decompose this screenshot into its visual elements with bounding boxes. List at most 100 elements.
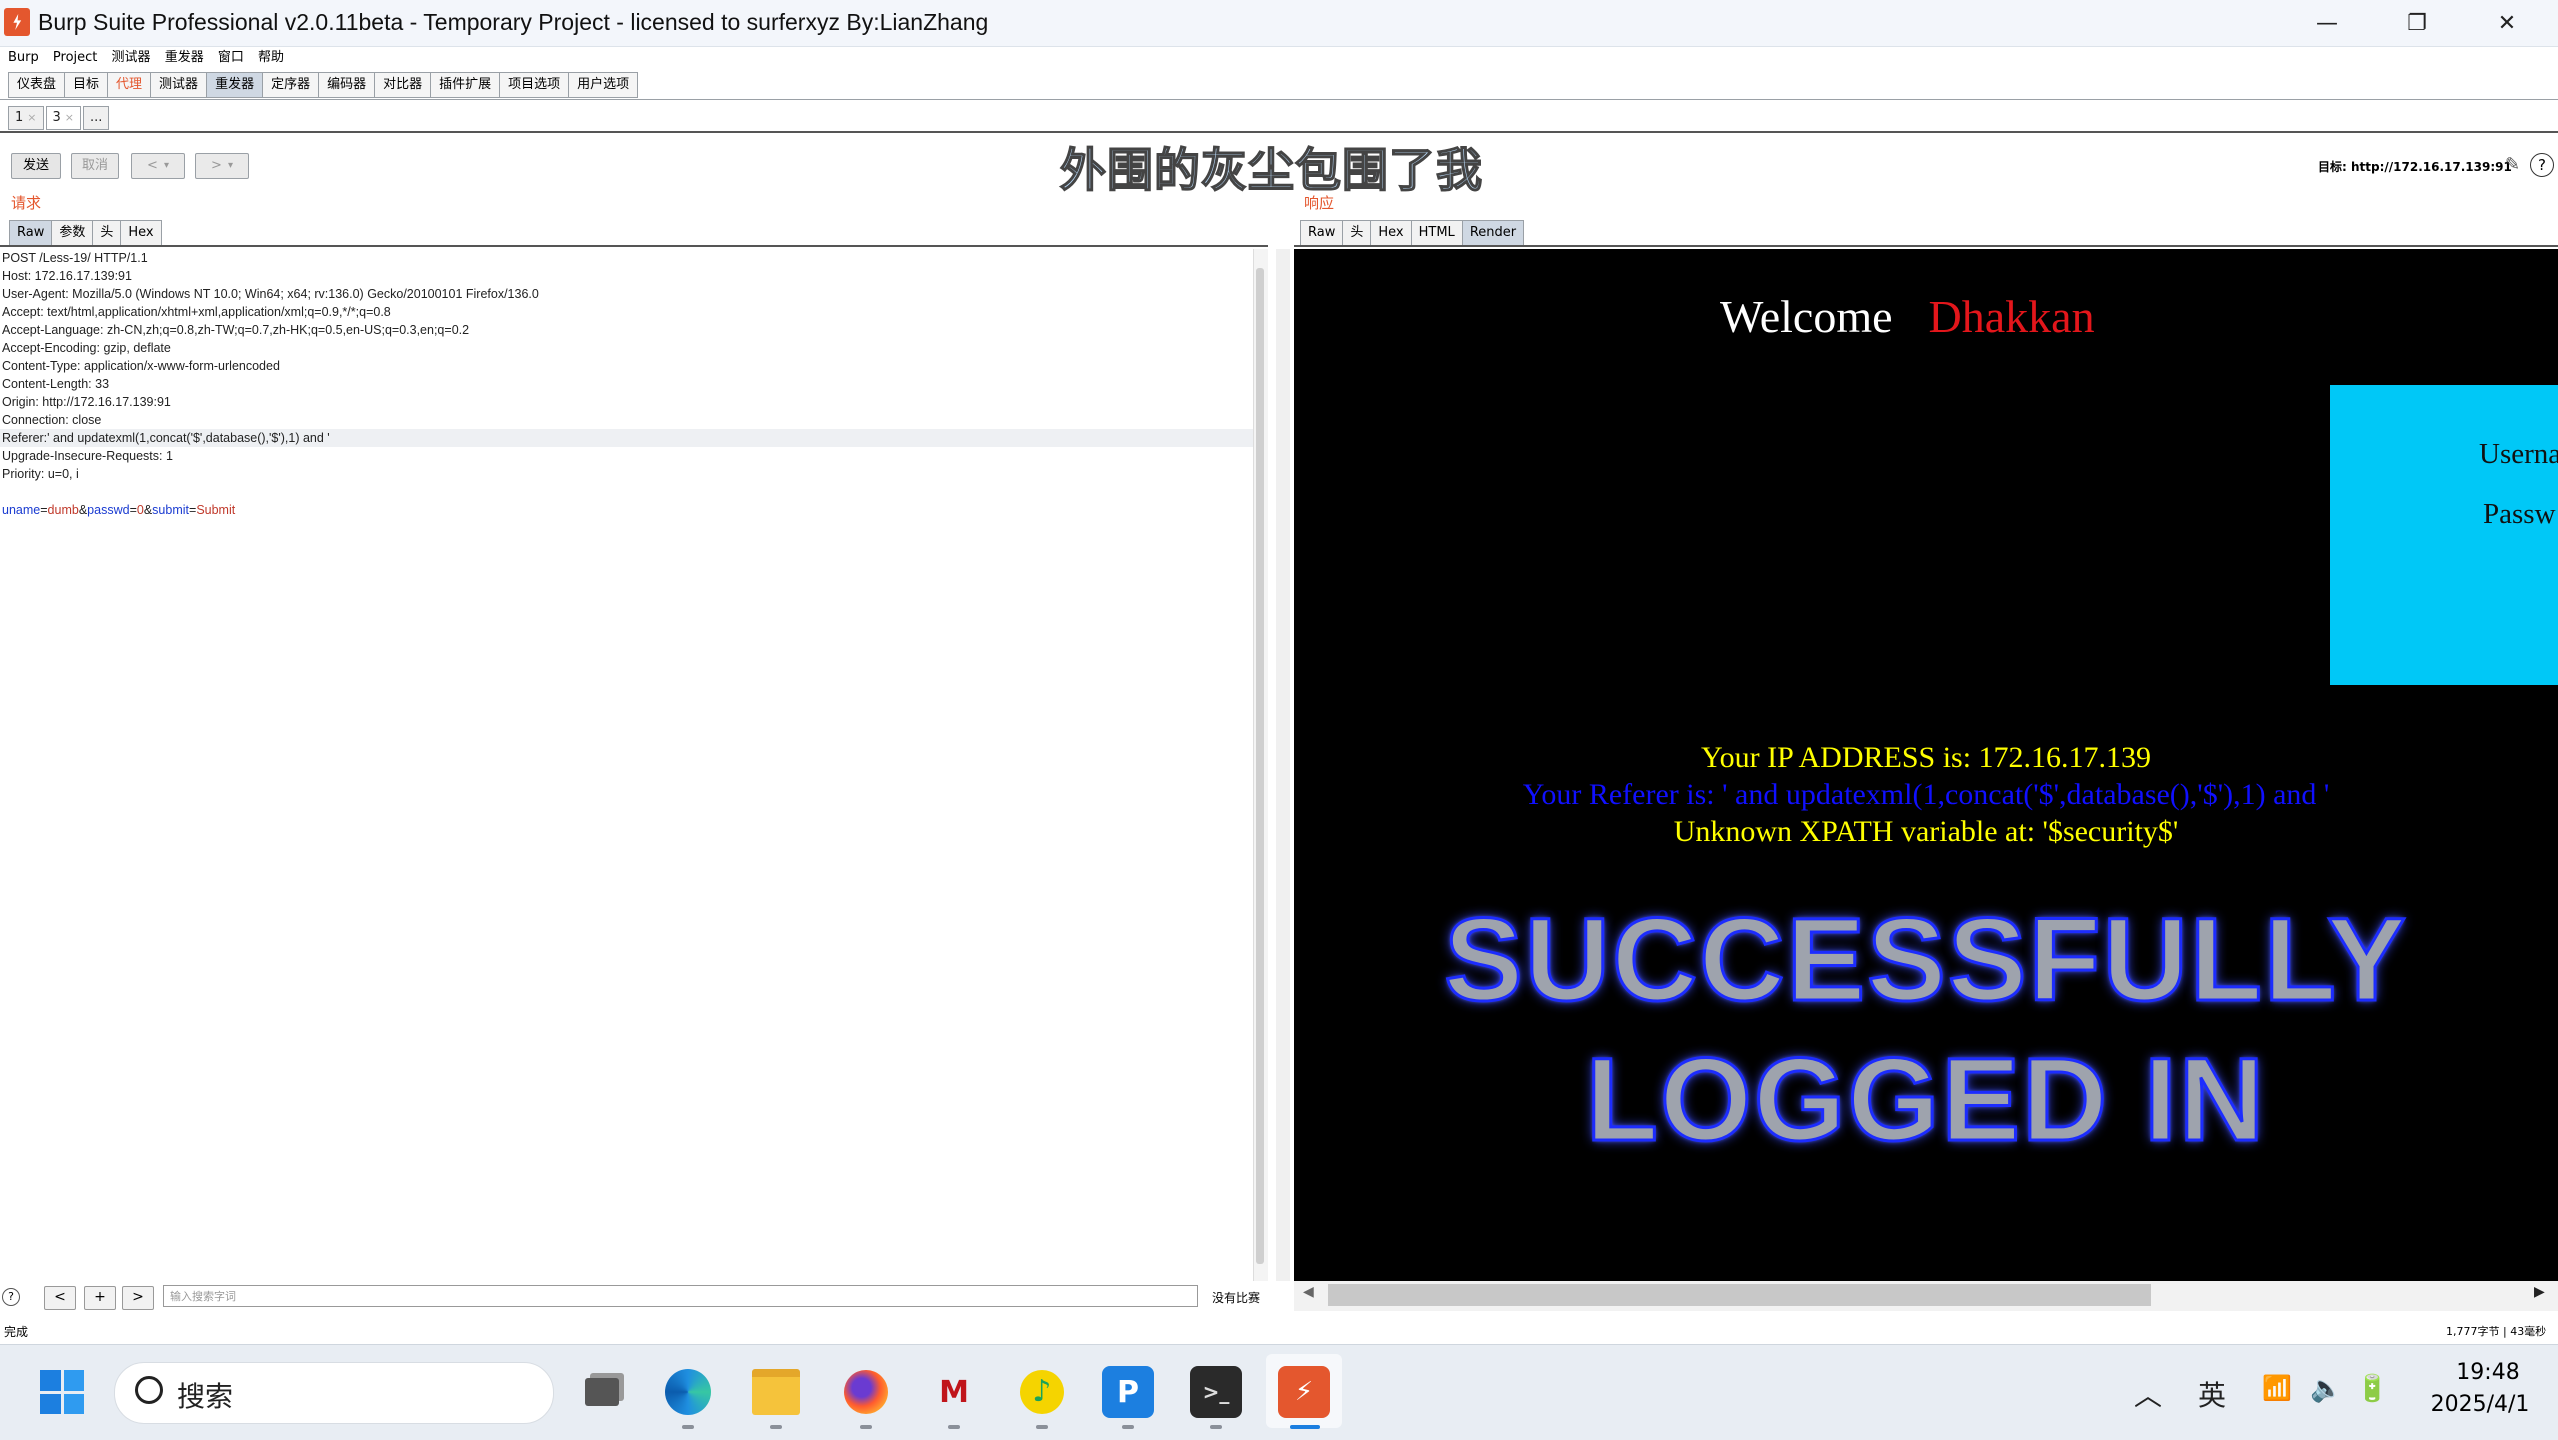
burp-taskbar-icon[interactable]: ⚡ (1278, 1366, 1330, 1418)
tab-intruder[interactable]: 测试器 (150, 72, 207, 98)
firefox-icon[interactable] (840, 1366, 892, 1418)
previous-match-button[interactable]: < (44, 1286, 76, 1310)
forward-button[interactable]: > ▾ (195, 153, 249, 179)
tab-user-options[interactable]: 用户选项 (568, 72, 639, 98)
new-repeater-tab[interactable]: ... (83, 106, 110, 130)
close-window-button[interactable]: ✕ (2462, 0, 2552, 46)
request-line: Origin: http://172.16.17.139:91 (2, 395, 171, 409)
request-line: Content-Length: 33 (2, 377, 110, 391)
request-label: 请求 (11, 194, 42, 212)
close-tab-icon[interactable]: × (65, 111, 74, 124)
back-button[interactable]: < ▾ (131, 153, 185, 179)
clock-date[interactable]: 2025/4/1 (2420, 1392, 2540, 1417)
mcafee-icon[interactable]: M (928, 1366, 980, 1418)
search-options-button[interactable]: + (84, 1286, 116, 1310)
dropdown-arrow-icon[interactable]: ▾ (228, 154, 233, 178)
menu-window[interactable]: 窗口 (218, 47, 244, 69)
menu-burp[interactable]: Burp (8, 47, 39, 69)
edge-icon[interactable] (662, 1366, 714, 1418)
request-editor[interactable]: POST /Less-19/ HTTP/1.1 Host: 172.16.17.… (0, 249, 1253, 1281)
p-app-icon[interactable]: P (1102, 1366, 1154, 1418)
repeater-tab-label: 1 (15, 110, 24, 125)
welcome-heading: Welcome Dhakkan (1720, 290, 2095, 343)
xpath-error-text: Unknown XPATH variable at: '$security$' (1673, 815, 2179, 848)
status-bar: 完成 1,777字节 | 43毫秒 (0, 1316, 2558, 1344)
ime-indicator[interactable]: 英 (2198, 1374, 2226, 1414)
tab-target[interactable]: 目标 (64, 72, 108, 98)
tab-raw[interactable]: Raw (9, 220, 52, 246)
tab-sequencer[interactable]: 定序器 (262, 72, 319, 98)
request-line: POST /Less-19/ HTTP/1.1 (2, 251, 148, 265)
tab-headers[interactable]: 头 (92, 220, 121, 246)
menu-project[interactable]: Project (53, 47, 97, 69)
tab-project-options[interactable]: 项目选项 (499, 72, 569, 98)
response-label: 响应 (1304, 194, 1335, 212)
menu-help[interactable]: 帮助 (258, 47, 284, 69)
success-banner-line1: SUCCESSFULLY (1443, 894, 2408, 1027)
task-view-icon[interactable] (576, 1366, 628, 1418)
scrollbar-thumb[interactable] (1256, 268, 1264, 1264)
tab-hex[interactable]: Hex (120, 220, 162, 246)
search-input[interactable]: 输入搜索字词 (163, 1285, 1198, 1307)
tab-params[interactable]: 参数 (51, 220, 93, 246)
tab-render[interactable]: Render (1461, 220, 1525, 246)
maximize-button[interactable]: ❐ (2372, 0, 2462, 46)
file-explorer-icon[interactable] (750, 1366, 802, 1418)
status-text: 完成 (4, 1325, 29, 1339)
cancel-button[interactable]: 取消 (71, 153, 119, 179)
scrollbar-thumb[interactable] (1328, 1284, 2151, 1306)
tab-headers[interactable]: 头 (1342, 220, 1371, 246)
volume-icon[interactable]: 🔈 (2310, 1374, 2342, 1404)
menu-repeater[interactable]: 重发器 (165, 47, 204, 69)
target-label: 目标: http://172.16.17.139:91 (2318, 160, 2512, 174)
param-value: 0 (136, 503, 144, 517)
param-key: passwd (87, 503, 130, 517)
tab-decoder[interactable]: 编码器 (318, 72, 375, 98)
help-icon[interactable]: ? (2530, 153, 2554, 177)
wifi-icon[interactable]: 📶 (2262, 1374, 2292, 1402)
scroll-left-icon[interactable]: ◀ (1303, 1284, 1314, 1300)
taskbar-search[interactable]: 搜索 (114, 1362, 554, 1424)
tab-extender[interactable]: 插件扩展 (430, 72, 500, 98)
divider (0, 245, 1268, 247)
music-app-icon[interactable]: ♪ (1016, 1366, 1068, 1418)
search-help-icon[interactable]: ? (2, 1288, 20, 1306)
pane-splitter[interactable] (1276, 249, 1290, 1281)
menu-intruder[interactable]: 测试器 (112, 47, 151, 69)
window-title: Burp Suite Professional v2.0.11beta - Te… (38, 9, 989, 35)
scroll-right-icon[interactable]: ▶ (2534, 1284, 2545, 1300)
next-match-button[interactable]: > (122, 1286, 154, 1310)
tab-repeater[interactable]: 重发器 (206, 72, 263, 98)
close-tab-icon[interactable]: × (27, 111, 36, 124)
edit-target-icon[interactable]: ✎ (2505, 154, 2520, 175)
response-stats: 1,777字节 | 43毫秒 (2446, 1325, 2547, 1338)
start-icon[interactable] (40, 1370, 84, 1414)
tab-hex[interactable]: Hex (1370, 220, 1411, 246)
tab-comparer[interactable]: 对比器 (374, 72, 431, 98)
battery-icon[interactable]: 🔋 (2356, 1374, 2388, 1404)
clock-time[interactable]: 19:48 (2438, 1360, 2538, 1385)
send-button[interactable]: 发送 (11, 153, 61, 179)
forward-arrow-icon: > (211, 158, 222, 173)
tab-raw[interactable]: Raw (1300, 220, 1343, 246)
param-key: submit (152, 503, 189, 517)
terminal-icon[interactable]: >_ (1190, 1366, 1242, 1418)
tab-html[interactable]: HTML (1410, 220, 1462, 246)
repeater-tab[interactable]: 1 × (8, 106, 44, 130)
repeater-tab[interactable]: 3 × (45, 106, 81, 130)
title-bar: Burp Suite Professional v2.0.11beta - Te… (0, 0, 2558, 47)
request-line: Accept-Language: zh-CN,zh;q=0.8,zh-TW;q=… (2, 323, 470, 337)
tab-dashboard[interactable]: 仪表盘 (8, 72, 65, 98)
dropdown-arrow-icon[interactable]: ▾ (164, 154, 169, 178)
menu-bar: Burp Project 测试器 重发器 窗口 帮助 (0, 47, 2558, 69)
response-view-tabs: Raw 头 Hex HTML Render (1300, 220, 1525, 246)
chevron-up-icon[interactable]: ︿ (2134, 1374, 2162, 1414)
tab-proxy[interactable]: 代理 (107, 72, 151, 98)
request-line: User-Agent: Mozilla/5.0 (Windows NT 10.0… (2, 287, 539, 301)
request-line: Content-Type: application/x-www-form-url… (2, 359, 280, 373)
minimize-button[interactable]: — (2282, 0, 2372, 46)
divider (1294, 245, 2558, 247)
param-value: Submit (196, 503, 236, 517)
running-indicator (1036, 1425, 1048, 1429)
active-indicator (1290, 1425, 1320, 1429)
